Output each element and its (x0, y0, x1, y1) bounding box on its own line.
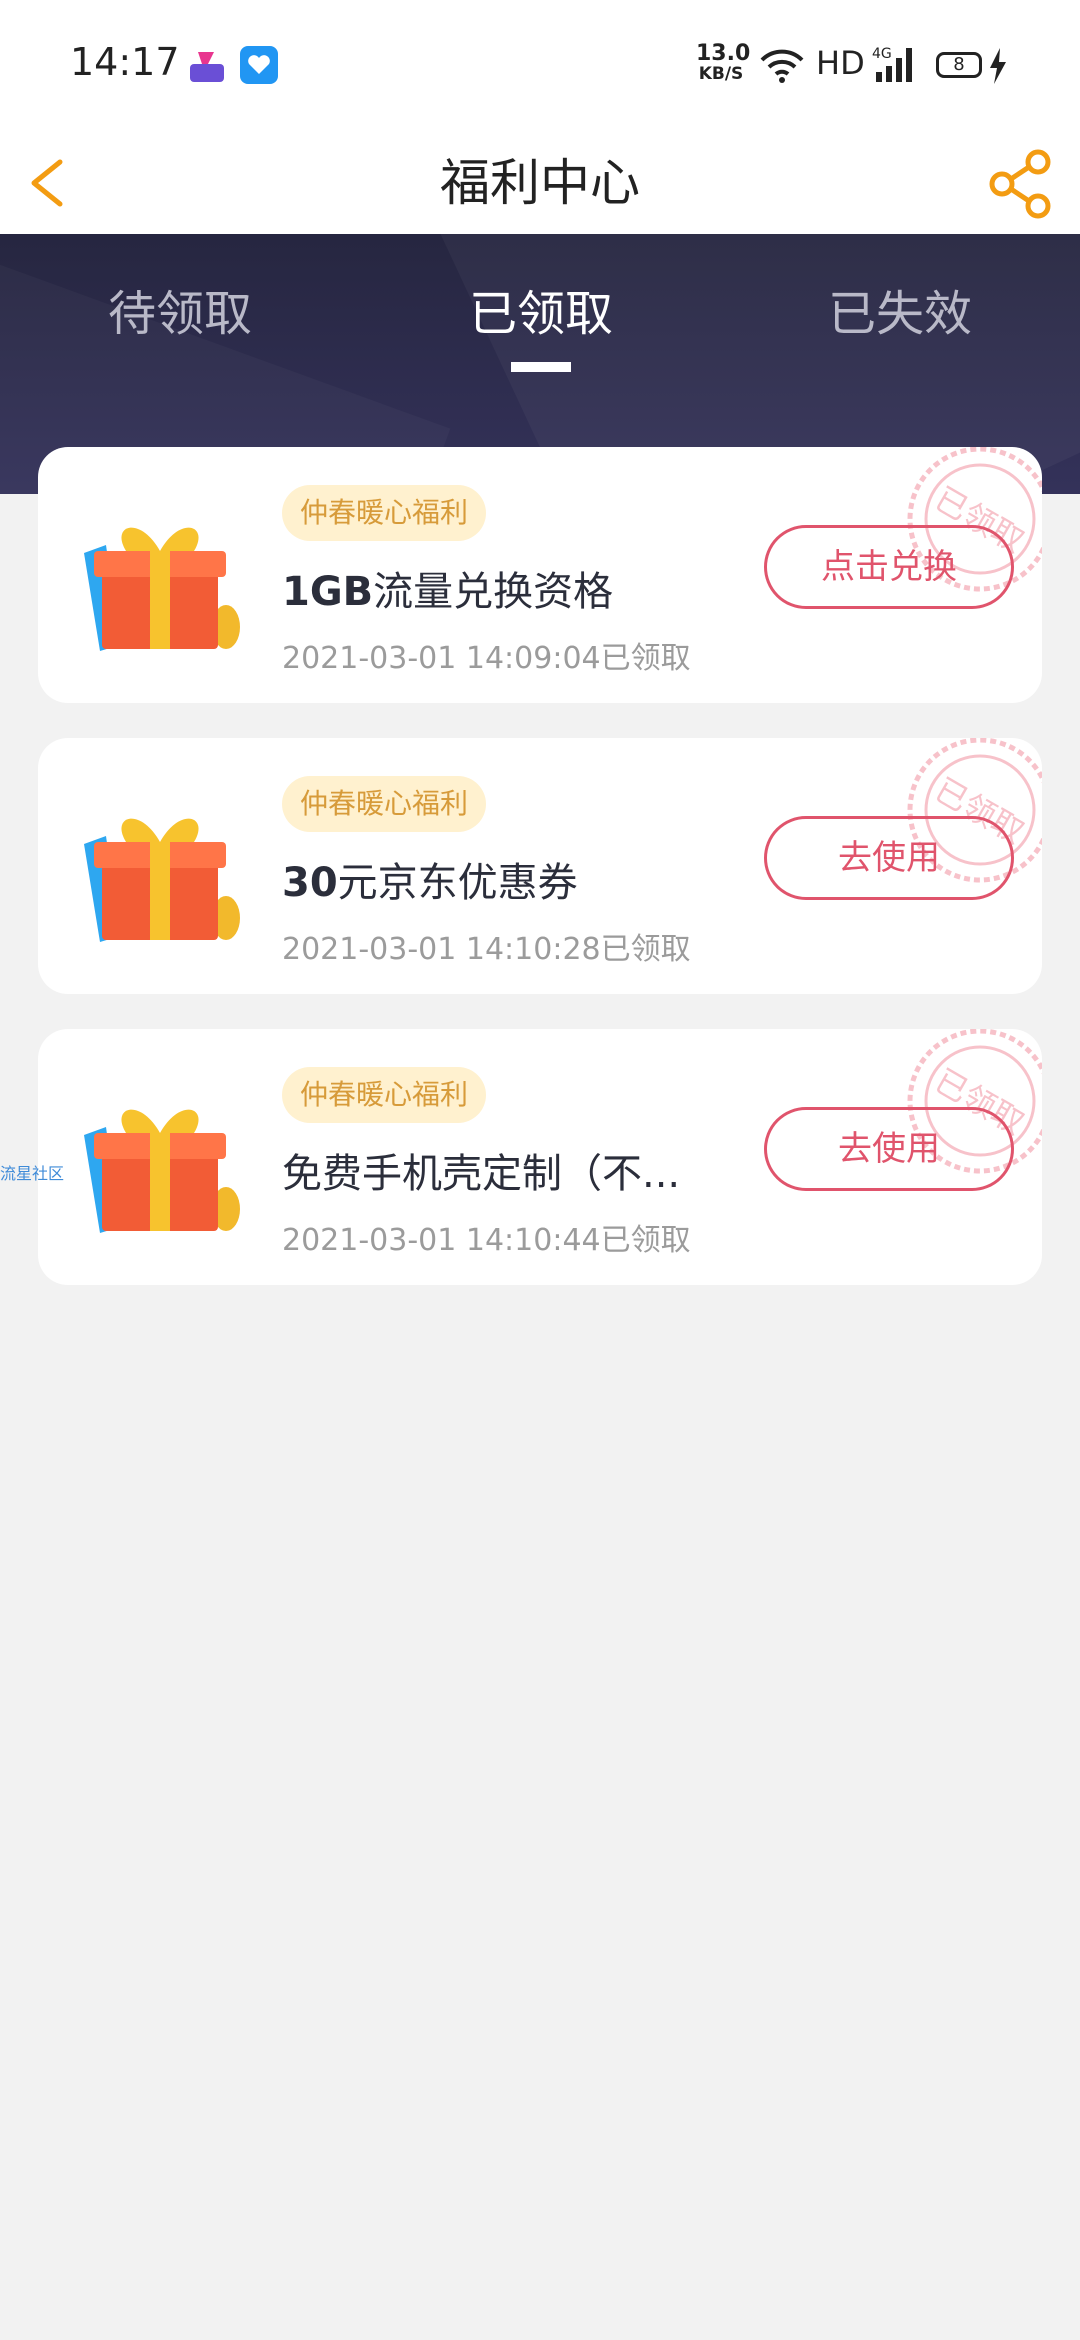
charging-bolt-icon (990, 48, 1006, 84)
gift-box-icon (84, 527, 240, 651)
benefit-card: 仲春暖心福利 1GB流量兑换资格 2021-03-01 14:09:04已领取 … (38, 447, 1042, 703)
benefit-card: 仲春暖心福利 30元京东优惠券 2021-03-01 14:10:28已领取 已… (38, 738, 1042, 994)
benefit-tag: 仲春暖心福利 (282, 1067, 487, 1123)
signal-icon: 4G (872, 46, 912, 82)
battery-icon: 8 (936, 52, 982, 78)
benefit-title: 30元京东优惠券 (282, 860, 578, 906)
chevron-left-icon (31, 159, 63, 207)
tab-claimed[interactable]: 已领取 (421, 274, 661, 344)
benefit-title: 1GB流量兑换资格 (282, 569, 614, 615)
share-icon (989, 149, 1051, 219)
tab-expired[interactable]: 已失效 (780, 274, 1020, 344)
app-icon (190, 52, 224, 82)
wifi-icon (760, 49, 804, 83)
claim-time: 2021-03-01 14:10:28已领取 (282, 932, 691, 967)
benefit-title: 免费手机壳定制（不... (282, 1151, 681, 1197)
floating-side-label[interactable]: 流星社区 (0, 1160, 64, 1184)
use-button[interactable]: 去使用 (764, 816, 1014, 900)
active-tab-indicator (511, 362, 571, 372)
benefit-tag: 仲春暖心福利 (282, 776, 487, 832)
app-header: 福利中心 (0, 132, 1080, 234)
gift-box-icon (84, 1109, 240, 1233)
benefit-card: 仲春暖心福利 免费手机壳定制（不... 2021-03-01 14:10:44已… (38, 1029, 1042, 1285)
status-bar: 14:17 13.0 KB/S HD 4G 8 (0, 0, 1080, 132)
use-button[interactable]: 去使用 (764, 1107, 1014, 1191)
network-speed: 13.0 KB/S (696, 41, 751, 85)
gift-box-icon (84, 818, 240, 942)
page-title: 福利中心 (440, 154, 640, 212)
status-time: 14:17 (70, 40, 180, 84)
svg-text:4G: 4G (872, 46, 892, 62)
hd-indicator: HD (816, 44, 865, 82)
claim-time: 2021-03-01 14:10:44已领取 (282, 1223, 691, 1258)
back-button[interactable] (20, 132, 100, 234)
benefit-tag: 仲春暖心福利 (282, 485, 487, 541)
share-button[interactable] (980, 132, 1060, 234)
heart-shield-app-icon (240, 46, 278, 84)
tab-pending[interactable]: 待领取 (60, 274, 300, 344)
redeem-button[interactable]: 点击兑换 (764, 525, 1014, 609)
claim-time: 2021-03-01 14:09:04已领取 (282, 641, 691, 676)
